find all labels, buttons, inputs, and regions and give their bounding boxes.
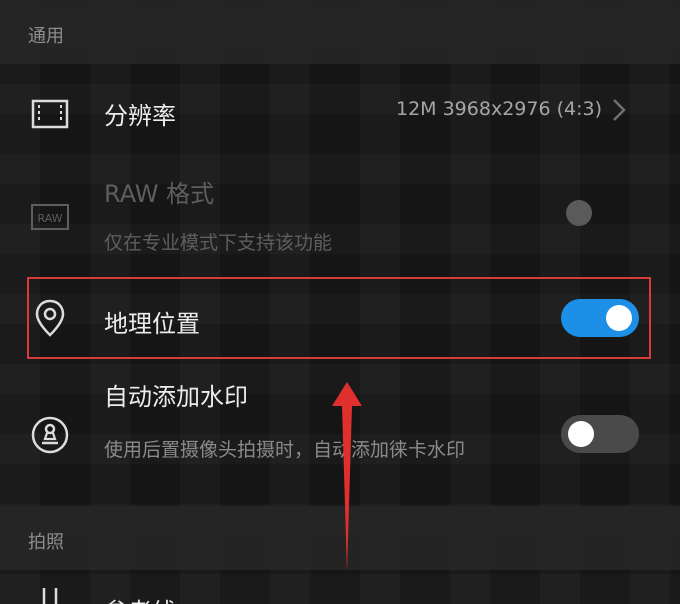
red-arrow-annotation (332, 382, 362, 572)
